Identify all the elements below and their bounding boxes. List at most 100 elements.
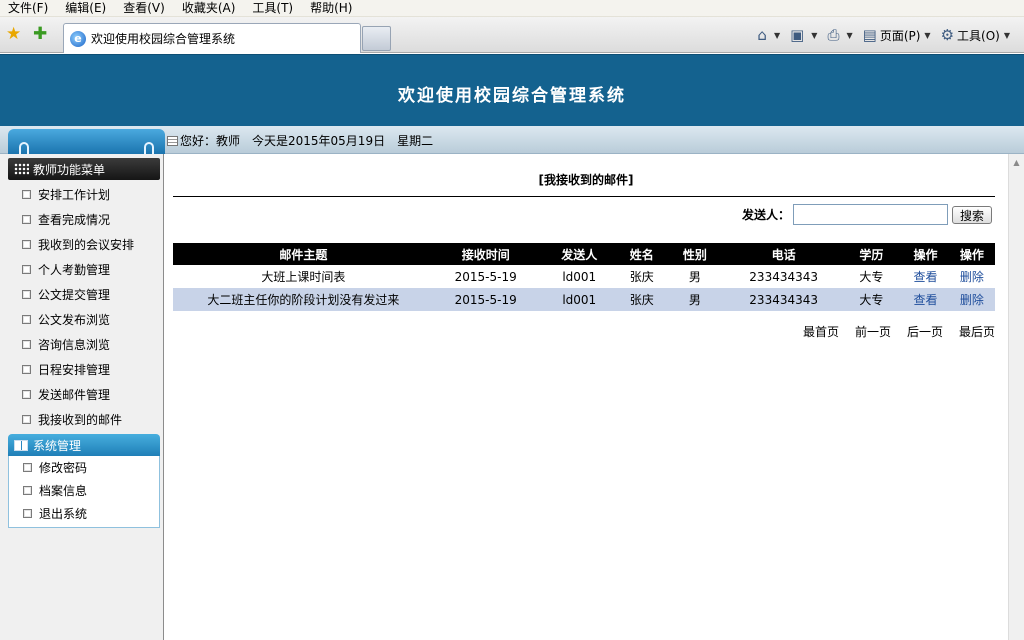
document-icon — [23, 509, 32, 518]
menu-favorites[interactable]: 收藏夹(A) — [182, 1, 236, 16]
sidebar-top-decoration — [8, 129, 165, 156]
search-form: 发送人： 搜索 — [742, 204, 992, 225]
delete-link[interactable]: 删除 — [960, 270, 984, 284]
cell-sender: ld001 — [537, 288, 621, 311]
ie-page-icon: e — [70, 30, 86, 47]
search-button[interactable]: 搜索 — [951, 205, 992, 224]
cell-name: 张庆 — [620, 265, 663, 288]
sidebar-item-attendance[interactable]: 个人考勤管理 — [8, 257, 160, 282]
document-icon — [22, 415, 31, 424]
cell-phone: 233434343 — [726, 288, 841, 311]
sidebar-item-label: 咨询信息浏览 — [38, 338, 111, 352]
first-page-link[interactable]: 最首页 — [803, 323, 839, 340]
vertical-scrollbar[interactable]: ▲ — [1008, 154, 1024, 640]
document-icon — [22, 315, 31, 324]
sidebar-item-doc-submit[interactable]: 公文提交管理 — [8, 282, 160, 307]
previous-page-link[interactable]: 前一页 — [855, 323, 891, 340]
gear-icon: ⚙ — [940, 26, 955, 44]
sidebar-item-label: 安排工作计划 — [38, 188, 111, 202]
mail-table: 邮件主题 接收时间 发送人 姓名 性别 电话 学历 操作 操作 大班上课时间表 … — [173, 243, 995, 311]
sidebar-header-label: 教师功能菜单 — [33, 162, 106, 177]
sidebar-item-send-mail[interactable]: 发送邮件管理 — [8, 382, 160, 407]
next-page-link[interactable]: 后一页 — [907, 323, 943, 340]
sidebar-teacher-menu-list: 安排工作计划 查看完成情况 我收到的会议安排 个人考勤管理 公文提交管理 公文发… — [8, 182, 160, 432]
document-icon — [22, 340, 31, 349]
greeting-bar: 您好：教师 今天是2015年05月19日 星期二 — [0, 126, 1024, 156]
new-tab-button[interactable] — [362, 26, 391, 51]
scroll-up-arrow-icon[interactable]: ▲ — [1010, 156, 1023, 169]
document-icon — [22, 290, 31, 299]
view-link[interactable]: 查看 — [914, 270, 938, 284]
search-label: 发送人： — [741, 208, 790, 222]
menu-view[interactable]: 查看(V) — [123, 1, 165, 16]
view-link[interactable]: 查看 — [914, 293, 938, 307]
feeds-button[interactable]: ▣ ▼ — [790, 26, 817, 44]
cell-gender: 男 — [662, 265, 727, 288]
cell-phone: 233434343 — [726, 265, 841, 288]
document-icon — [22, 215, 31, 224]
cell-subject: 大二班主任你的阶段计划没有发过来 — [173, 288, 434, 311]
sidebar: 教师功能菜单 安排工作计划 查看完成情况 我收到的会议安排 个人考勤管理 公文提… — [0, 154, 164, 640]
sidebar-item-logout[interactable]: 退出系统 — [9, 502, 159, 525]
sidebar-item-label: 公文发布浏览 — [38, 313, 111, 327]
cell-sender: ld001 — [537, 265, 621, 288]
browser-command-bar: ⌂ ▼ ▣ ▼ ⎙ ▼ ▤ 页面(P) ▼ ⚙ 工具(O) ▼ — [747, 24, 1010, 46]
chevron-down-icon: ▼ — [773, 30, 781, 40]
greeting-text: 您好：教师 今天是2015年05月19日 星期二 — [167, 132, 433, 149]
add-favorite-icon[interactable]: ✚ — [33, 25, 47, 43]
browser-tabbar: ★ ✚ e 欢迎使用校园综合管理系统 ⌂ ▼ ▣ ▼ ⎙ ▼ ▤ 页面(P) ▼ ⚙ 工具(… — [0, 17, 1024, 53]
cell-time: 2015-5-19 — [433, 288, 538, 311]
cell-time: 2015-5-19 — [433, 265, 538, 288]
sidebar-system-list: 修改密码 档案信息 退出系统 — [8, 456, 160, 528]
table-row: 大二班主任你的阶段计划没有发过来 2015-5-19 ld001 张庆 男 23… — [173, 288, 995, 311]
grid-icon — [14, 163, 29, 175]
cell-education: 大专 — [840, 288, 903, 311]
column-header-gender: 性别 — [662, 243, 727, 265]
sidebar-item-label: 公文提交管理 — [38, 288, 111, 302]
favorites-star-icon[interactable]: ★ — [6, 25, 21, 43]
column-header-action-view: 操作 — [902, 243, 949, 265]
menu-edit[interactable]: 编辑(E) — [65, 1, 106, 16]
pagination: 最首页 前一页 后一页 最后页 — [787, 323, 995, 340]
print-button[interactable]: ⎙ ▼ — [827, 26, 852, 44]
sidebar-item-label: 个人考勤管理 — [38, 263, 111, 277]
menu-help[interactable]: 帮助(H) — [310, 1, 352, 16]
column-header-action-delete: 操作 — [948, 243, 995, 265]
page-menu-button[interactable]: ▤ 页面(P) ▼ — [863, 26, 931, 44]
sidebar-item-label: 修改密码 — [39, 461, 88, 475]
cell-action-delete: 删除 — [948, 265, 995, 288]
sender-search-input[interactable] — [792, 204, 948, 225]
cell-gender: 男 — [662, 288, 727, 311]
sidebar-header-system[interactable]: 系统管理 — [8, 434, 160, 456]
sidebar-item-completion[interactable]: 查看完成情况 — [8, 207, 160, 232]
sidebar-item-change-password[interactable]: 修改密码 — [9, 456, 159, 479]
delete-link[interactable]: 删除 — [960, 293, 984, 307]
menu-tools[interactable]: 工具(T) — [252, 1, 293, 16]
last-page-link[interactable]: 最后页 — [959, 323, 995, 340]
sidebar-item-profile[interactable]: 档案信息 — [9, 479, 159, 502]
column-header-phone: 电话 — [726, 243, 841, 265]
column-header-name: 姓名 — [620, 243, 663, 265]
sidebar-item-work-plan[interactable]: 安排工作计划 — [8, 182, 160, 207]
document-icon — [22, 240, 31, 249]
sidebar-item-doc-browse[interactable]: 公文发布浏览 — [8, 307, 160, 332]
chevron-down-icon: ▼ — [811, 30, 818, 40]
sidebar-item-label: 日程安排管理 — [38, 363, 111, 377]
book-icon — [14, 439, 28, 451]
site-title: 欢迎使用校园综合管理系统 — [398, 86, 626, 106]
sidebar-header-teacher-menu[interactable]: 教师功能菜单 — [8, 158, 160, 180]
sidebar-item-meetings[interactable]: 我收到的会议安排 — [8, 232, 160, 257]
browser-menubar: 文件(F) 编辑(E) 查看(V) 收藏夹(A) 工具(T) 帮助(H) — [0, 0, 1024, 17]
home-icon: ⌂ — [757, 26, 767, 44]
menu-file[interactable]: 文件(F) — [8, 1, 48, 16]
chevron-down-icon: ▼ — [1003, 30, 1010, 40]
home-button[interactable]: ⌂ ▼ — [757, 26, 780, 44]
sidebar-item-received-mail[interactable]: 我接收到的邮件 — [8, 407, 160, 432]
tools-menu-button[interactable]: ⚙ 工具(O) ▼ — [941, 26, 1010, 44]
main-content: [我接收到的邮件] 发送人： 搜索 邮件主题 接收时间 发送人 姓名 性别 电话… — [164, 154, 1008, 640]
cell-action-view: 查看 — [902, 265, 949, 288]
document-icon — [23, 463, 32, 472]
sidebar-item-consult[interactable]: 咨询信息浏览 — [8, 332, 160, 357]
browser-tab-active[interactable]: e 欢迎使用校园综合管理系统 — [63, 23, 361, 53]
sidebar-item-schedule[interactable]: 日程安排管理 — [8, 357, 160, 382]
